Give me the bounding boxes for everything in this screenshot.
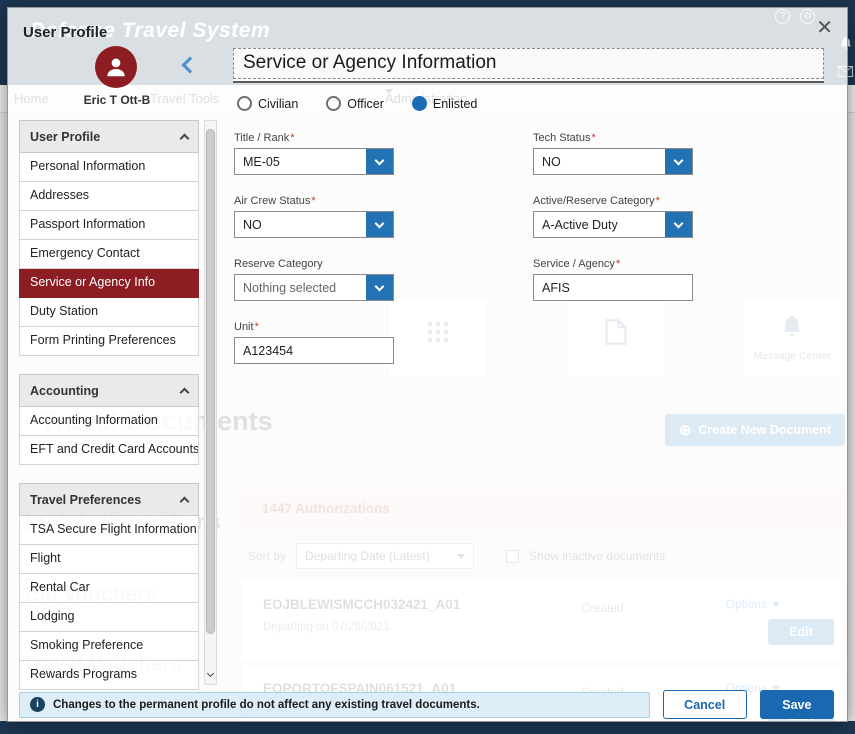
select-value: NO (235, 212, 366, 237)
radio-icon (237, 96, 252, 111)
select-value: NO (534, 149, 665, 174)
field-active-reserve-category: Active/Reserve Category* A-Active Duty (533, 195, 832, 240)
service-agency-input[interactable] (533, 274, 693, 301)
field-title-rank: Title / Rank* ME-05 (234, 132, 533, 177)
close-icon[interactable]: ✕ (816, 18, 833, 38)
radio-icon (326, 96, 341, 111)
sidebar-item-lodging[interactable]: Lodging (19, 603, 199, 632)
sidebar-item-rewards-programs[interactable]: Rewards Programs (19, 661, 199, 690)
chevron-down-icon (665, 212, 692, 237)
field-tech-status: Tech Status* NO (533, 132, 832, 177)
back-button[interactable] (184, 58, 196, 76)
info-icon: i (30, 697, 45, 712)
field-reserve-category: Reserve Category Nothing selected (234, 258, 533, 303)
save-button[interactable]: Save (760, 690, 834, 719)
field-label: Active/Reserve Category* (533, 195, 832, 207)
sidebar-item-smoking-preference[interactable]: Smoking Preference (19, 632, 199, 661)
sidebar-scrollbar[interactable] (204, 120, 217, 685)
sidebar-item-form-printing-preferences[interactable]: Form Printing Preferences (19, 327, 199, 356)
field-label: Service / Agency* (533, 258, 832, 270)
chevron-down-icon (366, 212, 393, 237)
sidebar-section-travel-preferences[interactable]: Travel Preferences (19, 483, 199, 516)
chevron-up-icon (180, 496, 190, 506)
radio-selected-icon (412, 96, 427, 111)
select-value: ME-05 (235, 149, 366, 174)
field-service-agency: Service / Agency* (533, 258, 832, 303)
scrollbar-down-arrow[interactable] (205, 667, 216, 681)
service-agency-form: Title / Rank* ME-05 Tech Status* NO Air … (234, 120, 834, 366)
info-banner: i Changes to the permanent profile do no… (19, 692, 650, 718)
sidebar-item-rental-car[interactable]: Rental Car (19, 574, 199, 603)
sidebar-item-duty-station[interactable]: Duty Station (19, 298, 199, 327)
radio-enlisted[interactable]: Enlisted (412, 96, 477, 111)
avatar (95, 46, 137, 88)
field-unit: Unit* (234, 321, 533, 366)
sidebar-item-eft-and-credit-card-accounts[interactable]: EFT and Credit Card Accounts (19, 436, 199, 465)
chevron-up-icon (180, 387, 190, 397)
field-label: Unit* (234, 321, 533, 333)
sidebar-section-label: Accounting (30, 384, 99, 398)
active-reserve-category-select[interactable]: A-Active Duty (533, 211, 693, 238)
category-radio-group: Civilian Officer Enlisted (237, 96, 477, 111)
sidebar-item-service-or-agency-info[interactable]: Service or Agency Info (19, 269, 199, 298)
title-rank-select[interactable]: ME-05 (234, 148, 394, 175)
profile-sidebar: User Profile Personal Information Addres… (19, 120, 199, 693)
unit-input[interactable] (234, 337, 394, 364)
chevron-left-icon (182, 57, 199, 74)
user-name: Eric T Ott-B (61, 93, 173, 107)
person-icon (103, 54, 129, 80)
modal-title: User Profile (23, 24, 107, 41)
tech-status-select[interactable]: NO (533, 148, 693, 175)
sidebar-item-personal-information[interactable]: Personal Information (19, 153, 199, 182)
sidebar-item-passport-information[interactable]: Passport Information (19, 211, 199, 240)
field-air-crew-status: Air Crew Status* NO (234, 195, 533, 240)
field-label: Air Crew Status* (234, 195, 533, 207)
reserve-category-select[interactable]: Nothing selected (234, 274, 394, 301)
air-crew-status-select[interactable]: NO (234, 211, 394, 238)
field-label: Tech Status* (533, 132, 832, 144)
radio-officer[interactable]: Officer (326, 96, 384, 111)
modal-footer: i Changes to the permanent profile do no… (19, 690, 834, 719)
scrollbar-thumb[interactable] (206, 129, 215, 634)
sidebar-section-label: User Profile (30, 130, 100, 144)
sidebar-item-accounting-information[interactable]: Accounting Information (19, 407, 199, 436)
radio-civilian[interactable]: Civilian (237, 96, 298, 111)
chevron-up-icon (180, 133, 190, 143)
field-label: Reserve Category (234, 258, 533, 270)
select-value: Nothing selected (235, 275, 366, 300)
cancel-button[interactable]: Cancel (663, 690, 747, 719)
chevron-down-icon (665, 149, 692, 174)
sidebar-item-addresses[interactable]: Addresses (19, 182, 199, 211)
page-footer (0, 721, 855, 734)
select-value: A-Active Duty (534, 212, 665, 237)
info-message: Changes to the permanent profile do not … (53, 699, 480, 711)
section-heading-wrap: Service or Agency Information (233, 48, 824, 83)
chevron-down-icon (366, 149, 393, 174)
user-profile-modal: User Profile ✕ Eric T Ott-B Service or A… (7, 7, 848, 722)
sidebar-item-flight[interactable]: Flight (19, 545, 199, 574)
sidebar-section-accounting[interactable]: Accounting (19, 374, 199, 407)
chevron-down-icon (366, 275, 393, 300)
field-label: Title / Rank* (234, 132, 533, 144)
sidebar-item-tsa-secure-flight-information[interactable]: TSA Secure Flight Information (19, 516, 199, 545)
chevron-down-icon (207, 669, 214, 676)
sidebar-section-label: Travel Preferences (30, 493, 141, 507)
sidebar-section-user-profile[interactable]: User Profile (19, 120, 199, 153)
sidebar-item-emergency-contact[interactable]: Emergency Contact (19, 240, 199, 269)
section-heading: Service or Agency Information (233, 48, 824, 79)
